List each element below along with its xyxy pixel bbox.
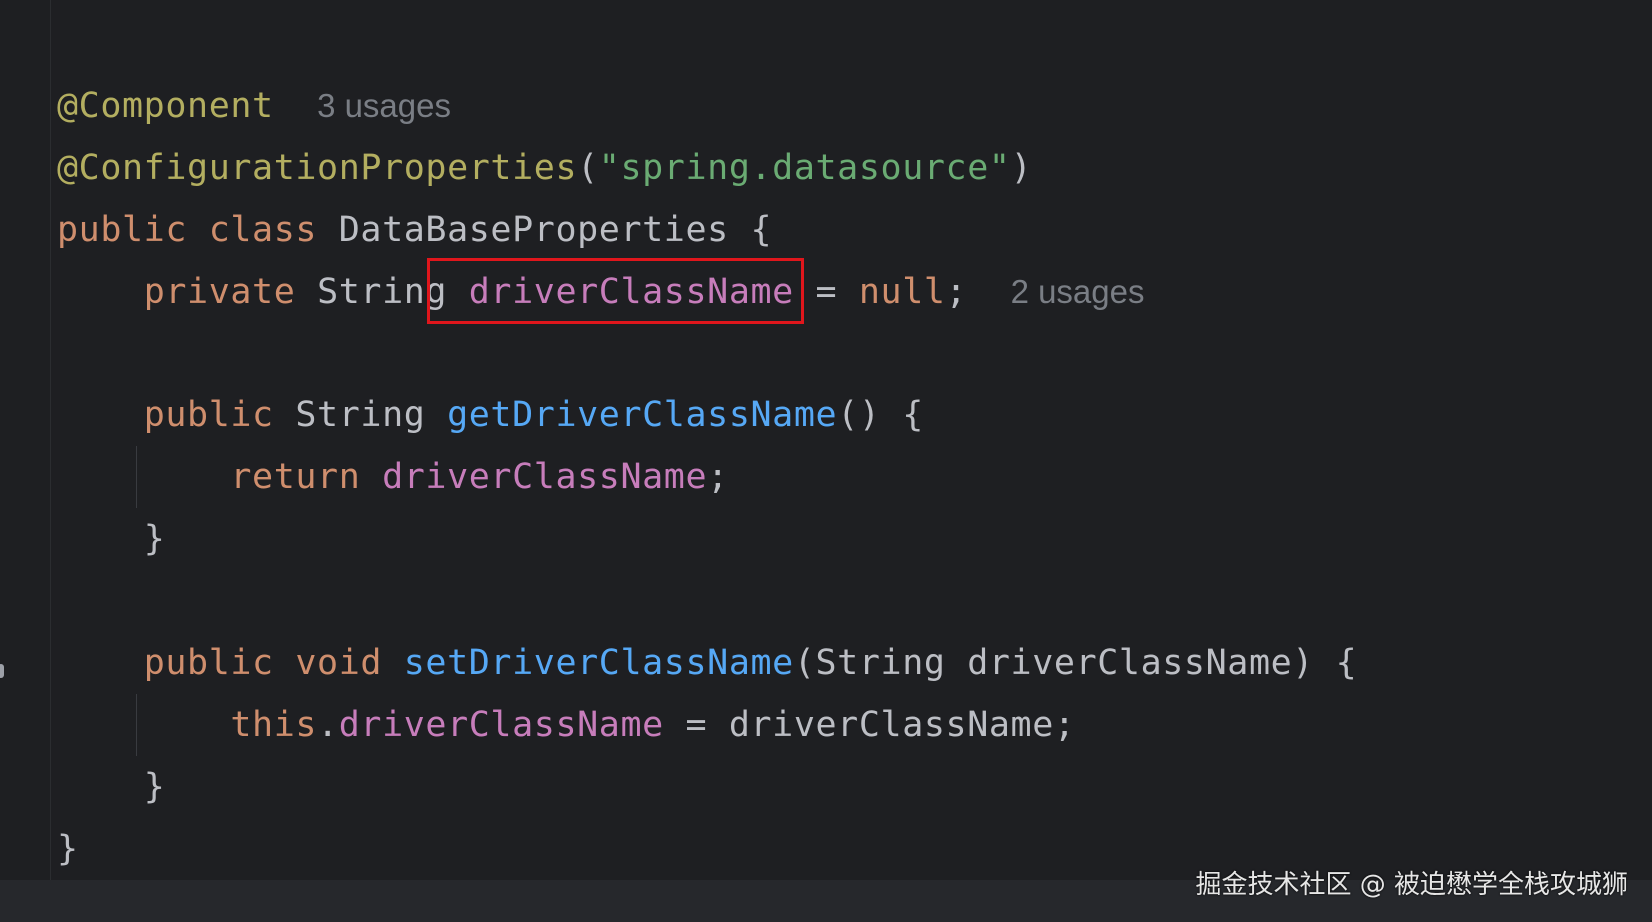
code-line-component-annotation[interactable]: @Component 3 usages xyxy=(57,75,451,137)
closing-brace: } xyxy=(57,829,79,869)
method-name-setter: setDriverClassName xyxy=(403,643,794,683)
annotation-configuration-properties: @ConfigurationProperties xyxy=(57,148,578,188)
field-reference: driverClassName xyxy=(382,457,708,497)
code-line-setter-signature[interactable]: public void setDriverClassName(String dr… xyxy=(57,632,1357,694)
code-line-class-declaration[interactable]: public class DataBaseProperties { xyxy=(57,199,772,261)
setter-params: (String driverClassName) { xyxy=(793,643,1358,683)
assignment-rest: = driverClassName; xyxy=(663,705,1076,745)
annotation-component: @Component xyxy=(57,86,274,126)
code-line-return[interactable]: return driverClassName; xyxy=(57,446,729,508)
code-line-setter-close[interactable]: } xyxy=(57,756,165,818)
keyword-public: public xyxy=(143,395,274,435)
code-line-getter-close[interactable]: } xyxy=(57,508,165,570)
code-line-class-close[interactable]: } xyxy=(57,818,79,880)
keyword-return: return xyxy=(230,457,361,497)
fold-marker-icon[interactable] xyxy=(0,664,4,678)
watermark-text: 掘金技术社区 @ 被迫懋学全栈攻城狮 xyxy=(1195,870,1628,900)
closing-brace: } xyxy=(143,767,166,807)
class-name: DataBaseProperties { xyxy=(338,210,773,250)
paren-close: ) xyxy=(1010,148,1033,188)
keyword-this: this xyxy=(230,705,318,745)
field-highlight-box xyxy=(427,258,804,324)
paren-open: ( xyxy=(577,148,599,188)
code-line-getter-signature[interactable]: public String getDriverClassName() { xyxy=(57,384,924,446)
code-line-this-assignment[interactable]: this.driverClassName = driverClassName; xyxy=(57,694,1076,756)
semicolon: ; xyxy=(945,272,968,312)
keyword-public: public xyxy=(143,643,274,683)
usages-hint[interactable]: 3 usages xyxy=(317,87,451,124)
keyword-private: private xyxy=(143,272,296,312)
editor-gutter xyxy=(0,0,51,922)
code-line-configuration-properties[interactable]: @ConfigurationProperties("spring.datasou… xyxy=(57,137,1032,199)
getter-params: () { xyxy=(837,395,924,435)
usages-hint[interactable]: 2 usages xyxy=(1011,273,1145,310)
dot-operator: . xyxy=(317,705,339,745)
keyword-class: class xyxy=(208,210,318,250)
string-literal: "spring.datasource" xyxy=(598,148,1011,188)
semicolon: ; xyxy=(707,457,729,497)
keyword-public: public xyxy=(57,210,188,250)
method-name-getter: getDriverClassName xyxy=(447,395,838,435)
closing-brace: } xyxy=(143,519,166,559)
keyword-void: void xyxy=(295,643,383,683)
field-reference: driverClassName xyxy=(338,705,664,745)
keyword-null: null xyxy=(858,272,946,312)
type-string: String xyxy=(295,395,426,435)
code-editor[interactable]: @Component 3 usages @ConfigurationProper… xyxy=(0,0,1652,922)
assign-operator: = xyxy=(815,272,838,312)
